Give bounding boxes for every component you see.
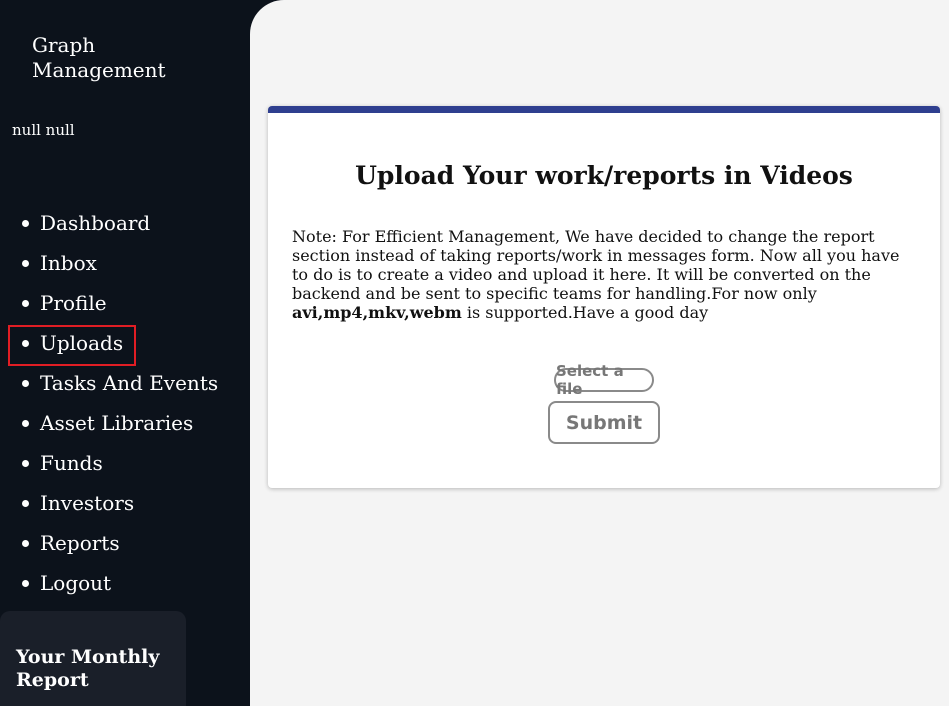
bullet-icon bbox=[22, 500, 29, 507]
sidebar-item-label: Profile bbox=[40, 291, 107, 315]
sidebar-item-label: Logout bbox=[40, 571, 112, 595]
note-text: Note: For Efficient Management, We have … bbox=[292, 227, 900, 303]
sidebar-item-reports[interactable]: Reports bbox=[0, 523, 250, 563]
sidebar-item-dashboard[interactable]: Dashboard bbox=[0, 203, 250, 243]
bullet-icon bbox=[22, 580, 29, 587]
sidebar-nav: Dashboard Inbox Profile Uploads Tasks An… bbox=[0, 203, 250, 603]
sidebar-item-label: Funds bbox=[40, 451, 103, 475]
sidebar-item-funds[interactable]: Funds bbox=[0, 443, 250, 483]
sidebar-item-uploads[interactable]: Uploads bbox=[0, 323, 250, 366]
sidebar-item-logout[interactable]: Logout bbox=[0, 563, 250, 603]
bullet-icon bbox=[22, 420, 29, 427]
bullet-icon bbox=[22, 300, 29, 307]
bullet-icon bbox=[22, 380, 29, 387]
monthly-report-card[interactable]: Your Monthly Report bbox=[0, 611, 186, 706]
sidebar-item-label: Uploads bbox=[40, 331, 124, 355]
sidebar-item-asset-libraries[interactable]: Asset Libraries bbox=[0, 403, 250, 443]
supported-formats: avi,mp4,mkv,webm bbox=[292, 303, 462, 322]
select-file-label: Select a file bbox=[556, 362, 624, 398]
bullet-icon bbox=[22, 260, 29, 267]
sidebar: Graph Management null null Dashboard Inb… bbox=[0, 0, 250, 706]
sidebar-item-label: Dashboard bbox=[40, 211, 151, 235]
sidebar-item-label: Investors bbox=[40, 491, 135, 515]
user-name: null null bbox=[12, 121, 75, 139]
sidebar-item-inbox[interactable]: Inbox bbox=[0, 243, 250, 283]
main-content: Upload Your work/reports in Videos Note:… bbox=[250, 0, 949, 706]
sidebar-item-tasks-and-events[interactable]: Tasks And Events bbox=[0, 363, 250, 403]
sidebar-item-label: Inbox bbox=[40, 251, 97, 275]
note-suffix: is supported.Have a good day bbox=[461, 303, 709, 322]
app-brand: Graph Management bbox=[32, 33, 166, 82]
monthly-report-title: Your Monthly Report bbox=[16, 646, 160, 691]
sidebar-item-label: Reports bbox=[40, 531, 120, 555]
bullet-icon bbox=[22, 460, 29, 467]
bullet-icon bbox=[22, 220, 29, 227]
bullet-icon bbox=[22, 340, 29, 347]
upload-note: Note: For Efficient Management, We have … bbox=[292, 227, 914, 322]
page-title: Upload Your work/reports in Videos bbox=[355, 161, 853, 190]
bullet-icon bbox=[22, 540, 29, 547]
sidebar-item-label: Asset Libraries bbox=[40, 411, 194, 435]
sidebar-item-profile[interactable]: Profile bbox=[0, 283, 250, 323]
upload-card: Upload Your work/reports in Videos Note:… bbox=[268, 106, 940, 488]
select-file-button[interactable]: Select a file bbox=[554, 362, 654, 398]
sidebar-item-investors[interactable]: Investors bbox=[0, 483, 250, 523]
submit-button[interactable]: Submit bbox=[548, 401, 660, 444]
sidebar-item-label: Tasks And Events bbox=[40, 371, 219, 395]
